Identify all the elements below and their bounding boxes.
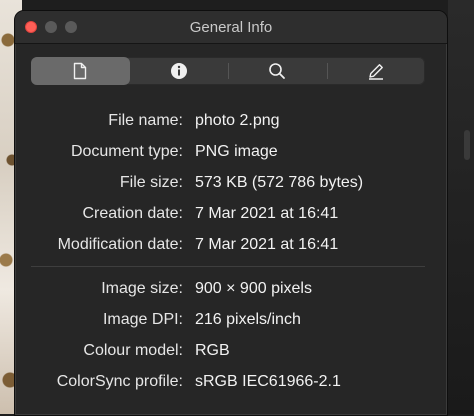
info-row-creation-date: Creation date: 7 Mar 2021 at 16:41 bbox=[31, 198, 431, 229]
info-row-file-name: File name: photo 2.png bbox=[31, 105, 431, 136]
document-icon bbox=[74, 62, 87, 80]
tab-annotations[interactable] bbox=[326, 57, 426, 85]
tab-more-info[interactable] bbox=[130, 57, 229, 85]
info-row-document-type: Document type: PNG image bbox=[31, 136, 431, 167]
label: File name: bbox=[108, 111, 183, 129]
label: Document type: bbox=[70, 142, 183, 160]
info-panel: File name: photo 2.png Document type: PN… bbox=[31, 105, 431, 397]
label: ColorSync profile: bbox=[56, 372, 183, 390]
title-bar[interactable]: General Info bbox=[15, 11, 447, 44]
tab-search[interactable] bbox=[228, 57, 327, 85]
background-scrollbar bbox=[464, 130, 470, 160]
tab-general-info[interactable] bbox=[31, 57, 130, 85]
value: 7 Mar 2021 at 16:41 bbox=[195, 204, 339, 222]
value: photo 2.png bbox=[195, 111, 280, 129]
value: PNG image bbox=[195, 142, 278, 160]
value: 7 Mar 2021 at 16:41 bbox=[195, 235, 339, 253]
section-divider bbox=[31, 266, 425, 267]
info-row-colour-model: Colour model: RGB bbox=[31, 335, 431, 366]
label: Creation date: bbox=[82, 204, 183, 222]
label: File size: bbox=[119, 173, 183, 191]
magnifier-icon bbox=[269, 63, 286, 79]
info-row-file-size: File size: 573 KB (572 786 bytes) bbox=[31, 167, 431, 198]
background-window bbox=[448, 0, 474, 414]
value: RGB bbox=[195, 341, 230, 359]
value: 573 KB (572 786 bytes) bbox=[195, 173, 364, 191]
label: Colour model: bbox=[83, 341, 183, 359]
inspector-tabs bbox=[31, 57, 425, 85]
pencil-icon bbox=[368, 64, 383, 80]
value: sRGB IEC61966-2.1 bbox=[195, 372, 341, 390]
info-row-image-dpi: Image DPI: 216 pixels/inch bbox=[31, 304, 431, 335]
info-row-image-size: Image size: 900 × 900 pixels bbox=[31, 273, 431, 304]
info-row-modification-date: Modification date: 7 Mar 2021 at 16:41 bbox=[31, 229, 431, 260]
label: Image size: bbox=[101, 279, 183, 297]
window-title: General Info bbox=[189, 19, 273, 36]
label: Image DPI: bbox=[102, 310, 183, 328]
value: 216 pixels/inch bbox=[195, 310, 301, 328]
value: 900 × 900 pixels bbox=[195, 279, 312, 297]
info-icon bbox=[170, 63, 187, 79]
label: Modification date: bbox=[57, 235, 183, 253]
info-row-colorsync-profile: ColorSync profile: sRGB IEC61966-2.1 bbox=[31, 366, 431, 397]
general-info-window: General Info File name: photo 2.png Docu… bbox=[14, 10, 448, 416]
